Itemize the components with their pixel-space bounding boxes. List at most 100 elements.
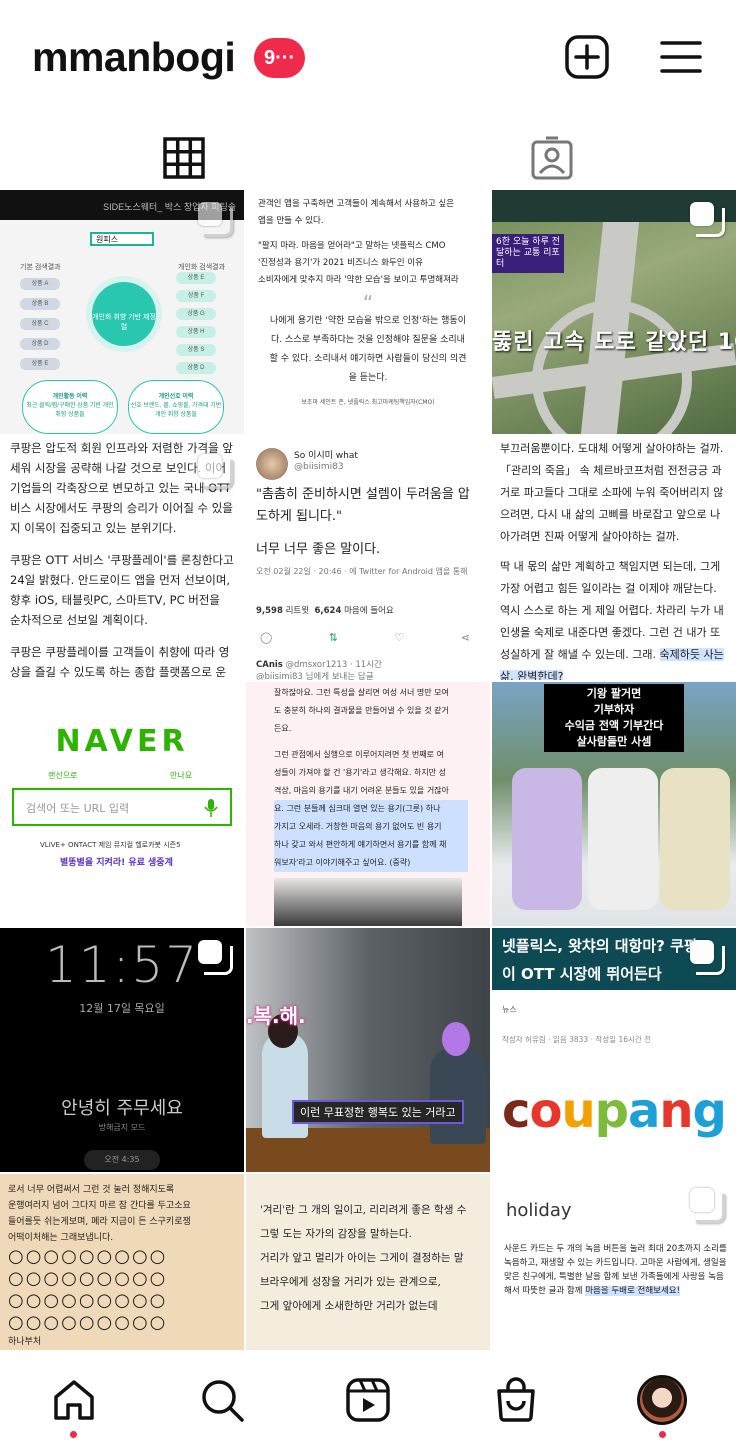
post-text: 성들이 가져야 할 건 '용기'라고 생각해요. 하지만 성	[274, 768, 446, 777]
post-text: 그런 관점에서 실행으로 이루어지려면 첫 번째로 여	[274, 750, 444, 759]
logo-letter: g	[692, 1083, 727, 1139]
tweet-actions: ◯ ⇅ ♡ ⋖	[260, 631, 470, 644]
handwritten-text: 로서 너무 어렵써서 그런 것 눌러 정해지도록	[8, 1185, 175, 1195]
highlighted-text: 요. 그런 분들께 심크대 열면 있는 용기(그릇) 하나	[274, 800, 468, 818]
coupang-logo-text: coupang	[502, 1083, 727, 1139]
post-tile[interactable]: 기왕 팔거면 기부하자 수익금 전액 기부간다 살사람들만 사셈	[492, 682, 736, 926]
dnd-label: 방해금지 모드	[98, 1123, 146, 1132]
tweet-meta: 오전 02월 22일 · 20:46 · 에 Twitter for Andro…	[256, 567, 468, 576]
notification-dot	[659, 1431, 666, 1438]
diagram-pill: 상품 E	[20, 358, 60, 370]
search-icon	[202, 1380, 244, 1422]
multi-photo-icon	[198, 454, 233, 489]
pod-title: 개인선호 이력	[158, 394, 194, 400]
circle-row: ○○○○○○○○○	[8, 1268, 168, 1289]
nav-reels[interactable]	[342, 1374, 394, 1426]
handwritten-text: 하나부처	[8, 1337, 42, 1347]
notification-badge[interactable]: 9···	[254, 38, 306, 78]
logo-letter: a	[627, 1083, 660, 1139]
post-tile[interactable]: 부끄러움뿐이다. 도대체 어떻게 살아야하는 걸까. 「관리의 죽음」 속 체르…	[492, 436, 736, 680]
nav-search[interactable]	[196, 1374, 248, 1426]
video-tag: 6한 오늘 하루 전달하는 교통 리포터	[492, 234, 564, 273]
handwritten-text: 거리가 앞고 멀리가 아이는 그게이 결정하는 말	[260, 1252, 464, 1264]
retweet-label: 리트윗	[285, 606, 310, 616]
bottom-nav	[0, 1350, 736, 1440]
nav-profile[interactable]	[636, 1374, 688, 1426]
diagram-pill: 상품 D	[20, 338, 60, 350]
logo-letter: o	[529, 1083, 562, 1139]
post-tile[interactable]: 로서 너무 어렵써서 그런 것 눌러 정해지도록 운행여러지 넘어 그다지 마르…	[0, 1174, 244, 1350]
post-tile[interactable]: 쿠팡은 압도적 회원 인프라와 저렴한 가격을 앞세워 시장을 공략해 나갈 것…	[0, 436, 244, 680]
notification-dot	[70, 1431, 77, 1438]
retweet-count: 9,598	[256, 606, 283, 616]
post-text: 사운드 카드는 두 개의 녹음 버튼을 눌러 최대 20초까지 소리를 녹음하고…	[504, 1242, 728, 1298]
reply-handle: @dmsxor1213 · 11시간	[285, 660, 382, 670]
pod-text: 선호 브랜드, 몰, 쇼핑몰, 가격대 기반 개인 취향 상품들	[130, 403, 222, 418]
person-shape	[430, 1048, 486, 1144]
post-tile[interactable]: So 이시미 what @biisimi83 "촘촘히 준비하시면 설렘이 두려…	[246, 436, 490, 680]
diagram-pill: 상품 E	[176, 272, 216, 284]
video-headline: 뚫린 고속 도로 같았던 10	[492, 330, 736, 355]
article-section: 뉴스	[502, 1005, 517, 1014]
nav-shop[interactable]	[490, 1374, 542, 1426]
post-tile[interactable]: .복.해. 이런 무표정한 행복도 있는 거라고	[246, 928, 490, 1172]
phone-case	[588, 768, 658, 910]
post-tile[interactable]: SIDE노스웨터_ 박스 창업자 피팅솔 원피스 기본 검색결과 개인화 검색결…	[0, 190, 244, 434]
alarm-pill: 오전 4:35	[84, 1150, 160, 1170]
logo-caption: 만나요	[170, 771, 193, 780]
profile-tabs	[0, 118, 736, 190]
username-title[interactable]: mmanbogi	[32, 34, 236, 81]
post-text: 도 충분히 하나의 결과물을 만들어낼 수 있을 것 같거	[274, 706, 449, 715]
nav-home[interactable]	[48, 1374, 100, 1426]
diagram-label: 개인화 검색결과	[178, 264, 226, 271]
lock-date: 12월 17일 목요일	[79, 1002, 165, 1015]
multi-photo-icon	[198, 940, 233, 975]
diagram-search: 원피스	[90, 232, 154, 246]
post-text: 딱 내 몫의 삶만 계획하고 책임지면 되는데, 그게 가장 어렵고 힘든 일이…	[500, 556, 728, 680]
tweet-body: "촘촘히 준비하시면 설렘이 두려움을 압도하게 됩니다."	[256, 487, 470, 524]
logo-letter: c	[502, 1083, 530, 1139]
multi-photo-icon	[690, 1188, 725, 1223]
multi-photo-icon	[690, 202, 725, 237]
post-tile[interactable]: 6한 오늘 하루 전달하는 교통 리포터 뚫린 고속 도로 같았던 10	[492, 190, 736, 434]
circle-row: ○○○○○○○○○	[8, 1312, 168, 1333]
tab-tagged[interactable]	[522, 128, 582, 188]
ad-text: VLIVE+ ONTACT 제임 뮤지컬 헬로카봇 시즌5	[40, 841, 181, 849]
post-text: 쿠팡은 압도적 회원 인프라와 저렴한 가격을 앞세워 시장을 공략해 나갈 것…	[10, 441, 233, 535]
handwritten-text: 들어를듯 쉬는게보며, 폐라 지금이 든 스구키로쟁	[8, 1217, 191, 1227]
reply-to: @biisimi83 님에게 보내는 답글	[256, 672, 374, 680]
post-tile[interactable]: 잘하잖아요. 그런 특성을 살리면 여성 서너 명만 모여 도 충분히 하나의 …	[246, 682, 490, 926]
caption-line: 수익금 전액 기부간다	[564, 719, 664, 732]
lock-greeting: 안녕히 주무세요	[61, 1098, 183, 1119]
profile-header: mmanbogi 9···	[0, 0, 736, 118]
profile-avatar	[637, 1375, 687, 1425]
like-count: 6,624	[314, 606, 342, 616]
diagram-pill: 상품 B	[20, 298, 60, 310]
tweet-author: So 이시미 what	[294, 451, 358, 461]
menu-button[interactable]	[658, 34, 704, 80]
post-text: 관객인 앱을 구축하면 고객들이 계속해서 사용하고 싶은	[258, 199, 455, 209]
caption-line: 살사람들만 사셈	[576, 735, 652, 748]
post-text: 쿠팡은 OTT 서비스 '쿠팡플레이'를 론칭한다고 24일 밝혔다. 안드로이…	[10, 553, 234, 627]
post-text: 할 수 있다. 소리내서 얘기하면 사람들이 당신의 의견	[269, 354, 467, 364]
post-tile[interactable]: 11:57 12월 17일 목요일 안녕히 주무세요 방해금지 모드 오전 4:…	[0, 928, 244, 1172]
diagram-hub: 개인화 취향 기반 재정렬	[92, 282, 156, 346]
diagram-pill: 상품 H	[176, 326, 216, 338]
tagged-person-icon	[531, 136, 573, 180]
post-text: 다. 스스로 부족하다는 것을 인정해야 질문을 소리내	[271, 335, 465, 345]
tab-posts-grid[interactable]	[154, 128, 214, 188]
post-tile[interactable]: holiday 사운드 카드는 두 개의 녹음 버튼을 눌러 최대 20초까지 …	[492, 1174, 736, 1350]
tweet-body: 너무 너무 좋은 말이다.	[256, 542, 381, 557]
video-subtitle: 이런 무표정한 행복도 있는 거라고	[292, 1100, 464, 1124]
post-tile[interactable]: 넷플릭스, 왓챠의 대항마? 쿠팡 이 OTT 시장에 뛰어든다 뉴스 작성자 …	[492, 928, 736, 1172]
handwritten-text: '겨리'란 그 개의 일이고, 리리려게 좋은 학생 수	[260, 1204, 467, 1216]
post-tile[interactable]: 관객인 앱을 구축하면 고객들이 계속해서 사용하고 싶은 앱을 만들 수 있다…	[246, 190, 490, 434]
post-tile[interactable]: NAVER 랜선으로 만나요 검색어 또는 URL 입력 VLIVE+ ONTA…	[0, 682, 244, 926]
diagram-pill: 상품 A	[20, 278, 60, 290]
circle-row: ○○○○○○○○○	[8, 1290, 168, 1311]
new-post-button[interactable]	[564, 34, 610, 80]
multi-photo-icon	[690, 940, 725, 975]
logo-letter: p	[594, 1083, 629, 1139]
post-tile[interactable]: '겨리'란 그 개의 일이고, 리리려게 좋은 학생 수 그렇 도는 자가의 감…	[246, 1174, 490, 1350]
diagram-pod: 개인활동 이력 최근 클릭/찜/구매한 상품 기반 개인 취향 상품들	[22, 380, 118, 434]
